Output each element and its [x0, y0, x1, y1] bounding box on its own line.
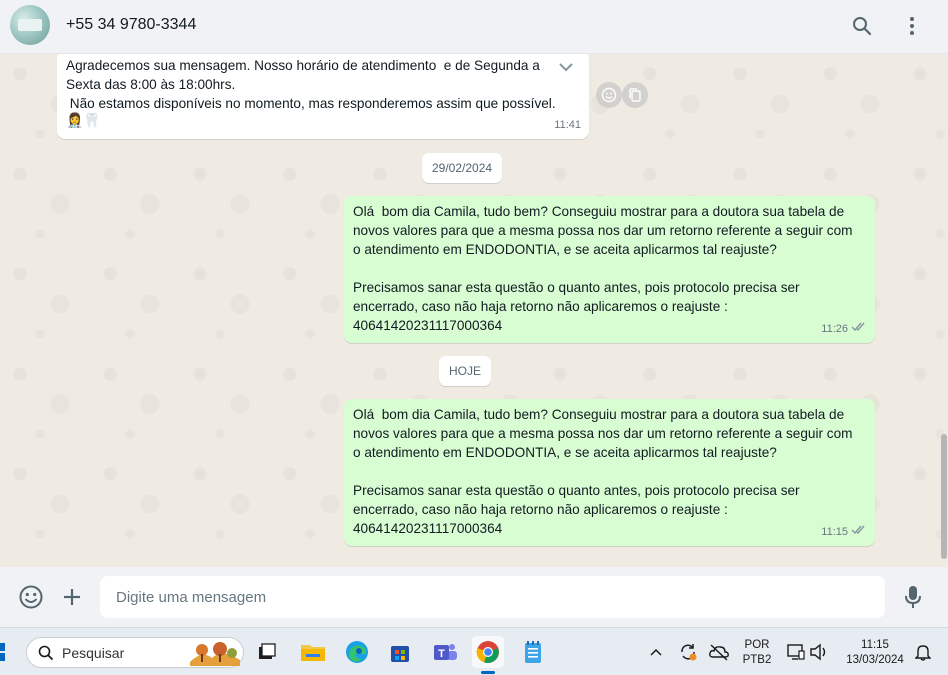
- message-time: 11:15: [821, 526, 848, 538]
- scrollbar-thumb[interactable]: [941, 434, 947, 559]
- plus-icon[interactable]: [57, 582, 87, 612]
- chat-panel[interactable]: Agradecemos sua mensagem. Nosso horário …: [0, 54, 948, 567]
- message-time: 11:26: [821, 323, 848, 335]
- clock-date: 13/03/2024: [846, 654, 904, 666]
- language-indicator[interactable]: POR PTB2: [738, 638, 776, 668]
- teams-icon[interactable]: T: [429, 636, 461, 668]
- chat-scrollbar[interactable]: [940, 54, 948, 567]
- message-meta: 11:15: [821, 523, 867, 542]
- contact-name[interactable]: +55 34 9780-3344: [66, 16, 196, 34]
- date-label: 29/02/2024: [432, 161, 493, 175]
- message-meta: 11:26: [821, 320, 867, 339]
- chevron-down-icon[interactable]: [551, 56, 577, 78]
- message-text: Olá bom dia Camila, tudo bem? Conseguiu …: [353, 204, 853, 333]
- copy-icon[interactable]: [622, 82, 648, 108]
- microphone-icon[interactable]: [898, 582, 928, 612]
- outgoing-message[interactable]: Olá bom dia Camila, tudo bem? Conseguiu …: [344, 399, 875, 546]
- date-label: HOJE: [449, 364, 482, 378]
- microsoft-store-icon[interactable]: [384, 636, 416, 668]
- search-icon[interactable]: [848, 12, 876, 40]
- keyboard-layout: PTB2: [742, 654, 772, 666]
- emoji-icon[interactable]: [16, 582, 46, 612]
- message-meta: 11:41: [554, 116, 581, 135]
- clock[interactable]: 11:15 13/03/2024: [838, 638, 912, 668]
- volume-icon[interactable]: [803, 636, 835, 668]
- search-label: Pesquisar: [62, 644, 125, 661]
- date-divider: HOJE: [439, 356, 492, 386]
- search-icon: [38, 645, 54, 660]
- date-divider: 29/02/2024: [422, 153, 503, 183]
- chrome-browser-icon[interactable]: [472, 636, 504, 674]
- incoming-message[interactable]: Agradecemos sua mensagem. Nosso horário …: [57, 54, 589, 139]
- windows-taskbar: Pesquisar T POR PTB2 11:15 13/03/2024: [0, 627, 948, 675]
- sync-icon[interactable]: [672, 636, 704, 668]
- svg-text:T: T: [438, 648, 445, 660]
- outgoing-message[interactable]: Olá bom dia Camila, tudo bem? Conseguiu …: [344, 196, 875, 343]
- message-input[interactable]: [100, 576, 885, 618]
- double-check-icon: [851, 523, 867, 542]
- emoji-reaction-icon[interactable]: [596, 82, 622, 108]
- message-text: Agradecemos sua mensagem. Nosso horário …: [66, 58, 556, 111]
- active-app-indicator: [481, 671, 495, 674]
- chevron-up-icon[interactable]: [640, 636, 672, 668]
- windows-start-icon[interactable]: [0, 636, 12, 668]
- notepad-icon[interactable]: [517, 636, 549, 668]
- notification-bell-icon[interactable]: [907, 636, 939, 668]
- message-text: Olá bom dia Camila, tudo bem? Conseguiu …: [353, 407, 853, 536]
- taskbar-search[interactable]: Pesquisar: [26, 637, 244, 668]
- clock-time: 11:15: [861, 639, 889, 651]
- double-check-icon: [851, 320, 867, 339]
- language-code: POR: [744, 639, 770, 651]
- cloud-offline-icon[interactable]: [703, 636, 735, 668]
- file-explorer-icon[interactable]: [297, 636, 329, 668]
- message-composer: [0, 567, 948, 627]
- search-highlight-icon: [190, 640, 240, 666]
- chat-header: +55 34 9780-3344: [0, 0, 948, 54]
- contact-avatar[interactable]: [10, 5, 50, 45]
- message-time: 11:41: [554, 119, 581, 131]
- edge-browser-icon[interactable]: [341, 636, 373, 668]
- message-emoji: 👩‍⚕️🦷: [66, 112, 101, 128]
- more-vertical-icon[interactable]: [898, 12, 926, 40]
- task-view-icon[interactable]: [251, 636, 283, 668]
